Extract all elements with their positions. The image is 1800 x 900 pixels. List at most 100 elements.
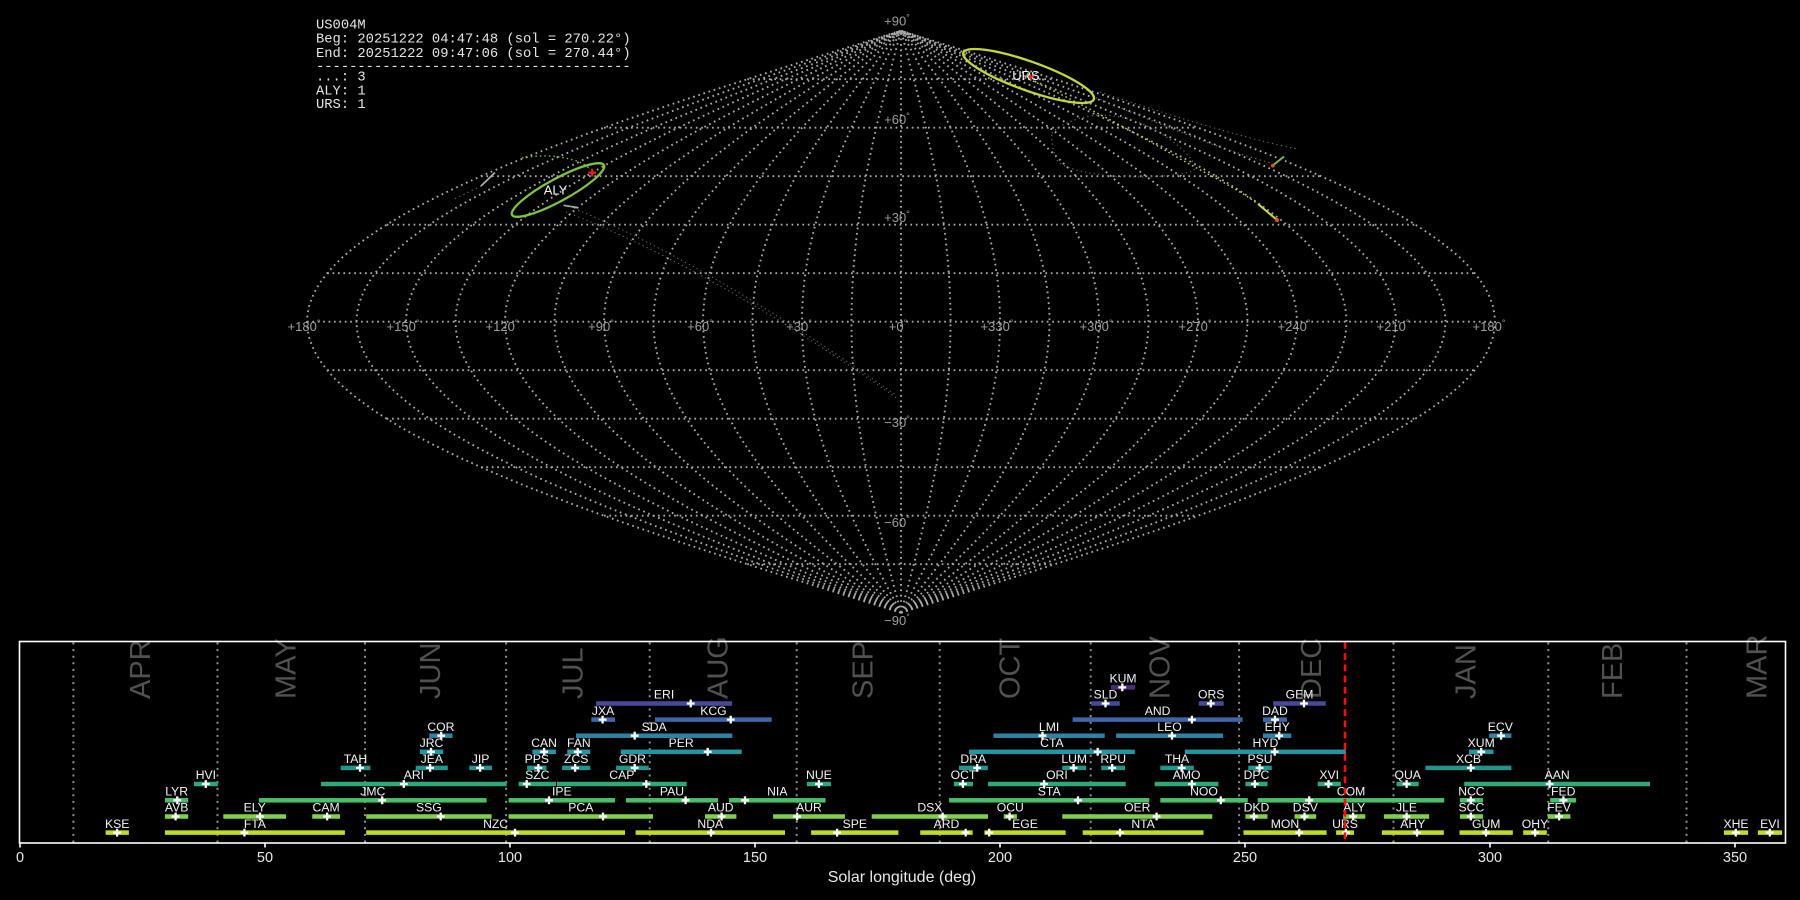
- svg-text:EHY: EHY: [1265, 720, 1290, 734]
- svg-text:PPS: PPS: [525, 752, 549, 766]
- svg-text:LUM: LUM: [1061, 752, 1087, 766]
- svg-text:URS: URS: [1012, 68, 1040, 83]
- svg-text:SSG: SSG: [416, 801, 442, 815]
- svg-text:+30°: +30°: [884, 209, 910, 225]
- svg-text:JEA: JEA: [421, 752, 444, 766]
- svg-text:ORS: ORS: [1198, 688, 1224, 702]
- svg-text:JXA: JXA: [592, 704, 615, 718]
- svg-text:PCA: PCA: [568, 801, 594, 815]
- svg-text:LMI: LMI: [1039, 720, 1059, 734]
- svg-text:COR: COR: [427, 720, 454, 734]
- svg-text:+60°: +60°: [687, 318, 713, 334]
- svg-text:100: 100: [498, 850, 522, 866]
- svg-text:APR: APR: [125, 639, 157, 699]
- svg-text:ZCS: ZCS: [564, 752, 588, 766]
- svg-text:NUE: NUE: [806, 768, 832, 782]
- svg-text:COM: COM: [1337, 785, 1365, 799]
- svg-text:150: 150: [743, 850, 767, 866]
- svg-text:AMO: AMO: [1173, 768, 1201, 782]
- svg-text:AUG: AUG: [703, 636, 735, 699]
- svg-text:0: 0: [16, 850, 24, 866]
- svg-text:IPE: IPE: [552, 785, 572, 799]
- svg-text:EGE: EGE: [1012, 817, 1038, 831]
- svg-text:SPE: SPE: [843, 817, 867, 831]
- svg-text:NCC: NCC: [1458, 785, 1485, 799]
- svg-text:SDA: SDA: [642, 720, 668, 734]
- svg-text:TAH: TAH: [344, 752, 367, 766]
- svg-text:RPU: RPU: [1100, 752, 1126, 766]
- svg-text:AHY: AHY: [1400, 817, 1425, 831]
- svg-text:CAM: CAM: [313, 801, 340, 815]
- svg-text:+120°: +120°: [486, 318, 519, 334]
- svg-text:GDR: GDR: [619, 752, 646, 766]
- svg-text:CTA: CTA: [1040, 736, 1064, 750]
- svg-text:FTA: FTA: [244, 817, 267, 831]
- svg-text:OCT: OCT: [951, 768, 977, 782]
- svg-text:CAN: CAN: [531, 736, 557, 750]
- svg-text:GEM: GEM: [1286, 688, 1314, 702]
- svg-text:50: 50: [257, 850, 273, 866]
- svg-text:−90°: −90°: [884, 612, 910, 628]
- svg-text:STA: STA: [1038, 785, 1062, 799]
- svg-text:HVI: HVI: [196, 768, 216, 782]
- svg-text:FED: FED: [1551, 785, 1576, 799]
- svg-text:PER: PER: [669, 736, 694, 750]
- svg-text:PSU: PSU: [1247, 752, 1272, 766]
- svg-text:DPC: DPC: [1244, 768, 1270, 782]
- svg-text:FEV: FEV: [1547, 801, 1572, 815]
- svg-text:MAR: MAR: [1742, 635, 1774, 699]
- svg-text:EVI: EVI: [1760, 817, 1780, 831]
- svg-text:DSX: DSX: [917, 801, 942, 815]
- svg-text:JMC: JMC: [360, 785, 385, 799]
- svg-text:QUA: QUA: [1394, 768, 1421, 782]
- svg-text:SZC: SZC: [525, 768, 550, 782]
- svg-text:200: 200: [988, 850, 1012, 866]
- svg-text:−30°: −30°: [884, 414, 910, 430]
- svg-text:+330°: +330°: [981, 318, 1014, 334]
- svg-text:NOO: NOO: [1190, 785, 1218, 799]
- svg-text:LYR: LYR: [165, 785, 188, 799]
- svg-text:NTA: NTA: [1131, 817, 1155, 831]
- svg-text:HYD: HYD: [1253, 736, 1279, 750]
- svg-text:OCT: OCT: [995, 638, 1027, 700]
- svg-text:CAP: CAP: [609, 768, 634, 782]
- svg-text:AAN: AAN: [1545, 768, 1570, 782]
- svg-text:KCG: KCG: [700, 704, 726, 718]
- svg-text:THA: THA: [1165, 752, 1190, 766]
- svg-text:FEB: FEB: [1597, 643, 1629, 699]
- svg-text:ALY: ALY: [544, 183, 568, 198]
- svg-text:NZC: NZC: [483, 817, 508, 831]
- svg-text:NIA: NIA: [767, 785, 788, 799]
- svg-text:JAN: JAN: [1450, 644, 1482, 699]
- svg-text:+210°: +210°: [1377, 318, 1410, 334]
- svg-text:OER: OER: [1124, 801, 1151, 815]
- svg-text:AUD: AUD: [708, 801, 734, 815]
- svg-text:ALY: ALY: [1343, 801, 1365, 815]
- svg-text:ELY: ELY: [244, 801, 266, 815]
- svg-text:ECV: ECV: [1488, 720, 1514, 734]
- svg-text:+30°: +30°: [786, 318, 812, 334]
- svg-text:+240°: +240°: [1278, 318, 1311, 334]
- svg-text:PAU: PAU: [660, 785, 684, 799]
- svg-text:XUM: XUM: [1468, 736, 1495, 750]
- svg-text:US004M: US004M: [316, 18, 366, 33]
- svg-text:ERI: ERI: [654, 688, 674, 702]
- svg-text:SEP: SEP: [848, 641, 880, 699]
- svg-text:GUM: GUM: [1472, 817, 1500, 831]
- svg-text:+60°: +60°: [884, 111, 910, 127]
- svg-text:+300°: +300°: [1080, 318, 1113, 334]
- svg-text:AND: AND: [1145, 704, 1171, 718]
- svg-text:+180°: +180°: [1473, 318, 1506, 334]
- svg-text:JUN: JUN: [415, 643, 447, 699]
- svg-text:XVI: XVI: [1319, 768, 1339, 782]
- svg-text:MON: MON: [1271, 817, 1299, 831]
- svg-text:ORI: ORI: [1046, 768, 1068, 782]
- svg-text:Beg: 20251222 04:47:48 (sol =: Beg: 20251222 04:47:48 (sol = 270.22°): [316, 32, 631, 48]
- svg-text:LEO: LEO: [1157, 720, 1181, 734]
- svg-text:AVB: AVB: [165, 801, 188, 815]
- svg-text:OHY: OHY: [1522, 817, 1548, 831]
- svg-text:OCU: OCU: [997, 801, 1024, 815]
- svg-text:SLD: SLD: [1094, 688, 1118, 702]
- svg-text:+90°: +90°: [884, 13, 910, 29]
- svg-text:JIP: JIP: [472, 752, 490, 766]
